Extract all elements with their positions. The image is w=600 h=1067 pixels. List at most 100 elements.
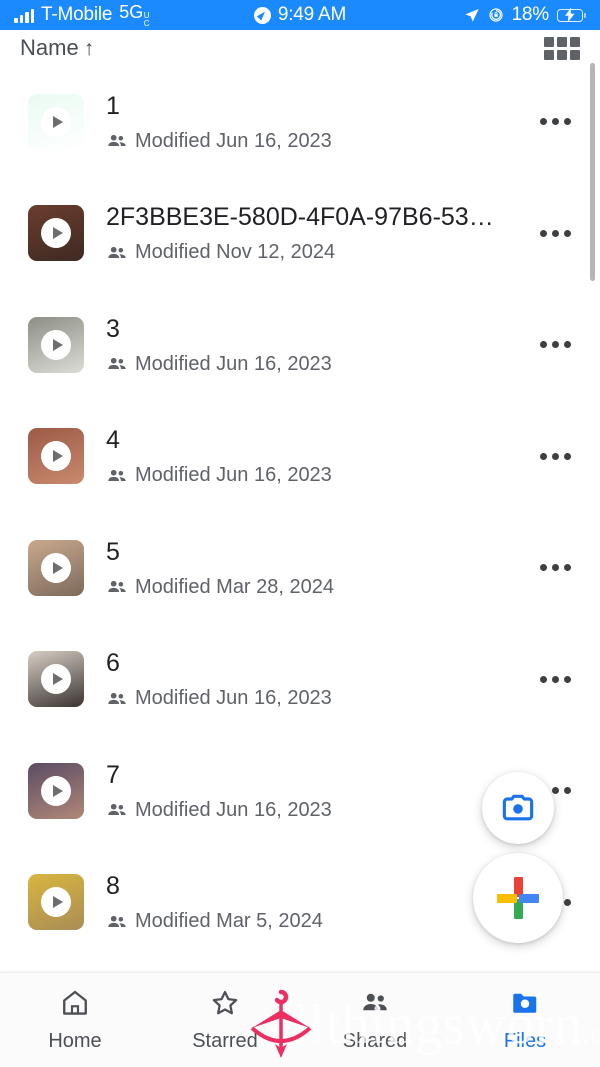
nav-item-files[interactable]: Files bbox=[450, 988, 600, 1053]
file-row[interactable]: 1 Modified Jun 16, 2023 bbox=[0, 66, 600, 178]
file-subtitle: Modified Jun 16, 2023 bbox=[106, 799, 512, 822]
file-overflow-menu-button[interactable] bbox=[524, 229, 586, 237]
file-thumbnail[interactable] bbox=[28, 205, 84, 262]
file-name: 5 bbox=[106, 537, 120, 566]
star-icon bbox=[210, 988, 240, 1023]
status-bar-left: T-Mobile 5G U C bbox=[14, 2, 150, 28]
file-subtitle: Modified Nov 12, 2024 bbox=[106, 241, 512, 264]
file-overflow-menu-button[interactable] bbox=[524, 675, 586, 683]
rotation-lock-icon bbox=[488, 8, 503, 22]
file-name: 8 bbox=[106, 872, 120, 901]
home-icon bbox=[60, 988, 90, 1023]
nav-item-label: Shared bbox=[342, 1030, 408, 1052]
watermark-logo-icon bbox=[250, 989, 312, 1058]
file-modified-date: Modified Mar 5, 2024 bbox=[135, 910, 323, 933]
clock-label: 9:49 AM bbox=[277, 4, 347, 25]
folder-icon bbox=[510, 988, 540, 1023]
file-row[interactable]: 4 Modified Jun 16, 2023 bbox=[0, 401, 600, 513]
nav-item-home[interactable]: Home bbox=[0, 988, 150, 1053]
people-icon bbox=[108, 469, 126, 481]
sort-direction-arrow-icon: ↑ bbox=[83, 36, 95, 60]
carrier-label: T-Mobile bbox=[41, 4, 113, 25]
file-meta: 7 Modified Jun 16, 2023 bbox=[106, 760, 524, 822]
file-name: 2F3BBE3E-580D-4F0A-97B6-53… bbox=[106, 203, 494, 232]
file-modified-date: Modified Jun 16, 2023 bbox=[135, 352, 332, 375]
file-row[interactable]: 5 Modified Mar 28, 2024 bbox=[0, 512, 600, 624]
file-overflow-menu-button[interactable] bbox=[524, 452, 586, 460]
play-icon bbox=[41, 887, 71, 918]
people-icon bbox=[360, 988, 390, 1023]
file-modified-date: Modified Nov 12, 2024 bbox=[135, 241, 336, 264]
nav-item-label: Home bbox=[48, 1030, 102, 1052]
file-overflow-menu-button[interactable] bbox=[524, 564, 586, 572]
file-modified-date: Modified Jun 16, 2023 bbox=[135, 798, 332, 821]
play-icon bbox=[41, 106, 71, 137]
file-thumbnail[interactable] bbox=[28, 316, 84, 373]
nav-item-shared[interactable]: Shared bbox=[300, 988, 450, 1053]
play-icon bbox=[41, 218, 71, 249]
file-meta: 5 Modified Mar 28, 2024 bbox=[106, 537, 524, 599]
people-icon bbox=[108, 692, 126, 704]
file-meta: 1 Modified Jun 16, 2023 bbox=[106, 91, 524, 153]
file-subtitle: Modified Mar 28, 2024 bbox=[106, 576, 512, 599]
file-thumbnail[interactable] bbox=[28, 762, 84, 819]
network-type-label: 5G U C bbox=[119, 2, 150, 28]
file-name: 7 bbox=[106, 760, 120, 789]
file-modified-date: Modified Jun 16, 2023 bbox=[135, 464, 332, 487]
status-bar: T-Mobile 5G U C 9:49 AM 18% bbox=[0, 0, 600, 30]
file-name: 1 bbox=[106, 91, 120, 120]
file-row[interactable]: 6 Modified Jun 16, 2023 bbox=[0, 624, 600, 736]
navigation-compass-icon bbox=[253, 6, 271, 24]
play-icon bbox=[41, 664, 71, 695]
people-icon bbox=[108, 135, 126, 147]
file-meta: 6 Modified Jun 16, 2023 bbox=[106, 648, 524, 710]
nav-item-label: Files bbox=[503, 1030, 547, 1052]
file-name: 3 bbox=[106, 314, 120, 343]
play-icon bbox=[41, 552, 71, 583]
file-meta: 3 Modified Jun 16, 2023 bbox=[106, 314, 524, 376]
play-icon bbox=[41, 329, 71, 360]
play-icon bbox=[41, 775, 71, 806]
status-bar-right: 18% bbox=[464, 4, 586, 26]
people-icon bbox=[108, 915, 126, 927]
file-subtitle: Modified Jun 16, 2023 bbox=[106, 353, 512, 376]
file-name: 4 bbox=[106, 426, 120, 455]
file-thumbnail[interactable] bbox=[28, 651, 84, 708]
play-icon bbox=[41, 441, 71, 472]
file-thumbnail[interactable] bbox=[28, 428, 84, 485]
file-subtitle: Modified Jun 16, 2023 bbox=[106, 130, 512, 153]
camera-fab-button[interactable] bbox=[482, 772, 554, 844]
battery-percent-label: 18% bbox=[511, 4, 550, 25]
file-modified-date: Modified Jun 16, 2023 bbox=[135, 129, 332, 152]
add-new-fab-button[interactable] bbox=[473, 853, 563, 943]
grid-view-icon[interactable] bbox=[544, 36, 580, 60]
file-subtitle: Modified Jun 16, 2023 bbox=[106, 687, 512, 710]
file-name: 6 bbox=[106, 649, 120, 678]
signal-bars-icon bbox=[14, 8, 34, 23]
file-meta: 8 Modified Mar 5, 2024 bbox=[106, 871, 524, 933]
file-row[interactable]: 2F3BBE3E-580D-4F0A-97B6-53… Modified Nov … bbox=[0, 178, 600, 290]
file-meta: 4 Modified Jun 16, 2023 bbox=[106, 425, 524, 487]
people-icon bbox=[108, 358, 126, 370]
sort-label: Name bbox=[20, 35, 79, 60]
file-meta: 2F3BBE3E-580D-4F0A-97B6-53… Modified Nov … bbox=[106, 202, 524, 264]
file-modified-date: Modified Mar 28, 2024 bbox=[135, 575, 335, 598]
people-icon bbox=[108, 581, 126, 593]
battery-charging-icon bbox=[557, 7, 586, 23]
file-thumbnail[interactable] bbox=[28, 93, 84, 150]
people-icon bbox=[108, 246, 126, 258]
file-row[interactable]: 3 Modified Jun 16, 2023 bbox=[0, 289, 600, 401]
file-thumbnail[interactable] bbox=[28, 539, 84, 596]
sort-by-name-button[interactable]: Name ↑ bbox=[20, 35, 94, 61]
location-arrow-icon bbox=[464, 9, 479, 22]
file-subtitle: Modified Jun 16, 2023 bbox=[106, 464, 512, 487]
file-overflow-menu-button[interactable] bbox=[524, 341, 586, 349]
sort-header: Name ↑ bbox=[0, 30, 600, 66]
file-thumbnail[interactable] bbox=[28, 874, 84, 931]
camera-icon bbox=[502, 794, 534, 821]
add-new-icon bbox=[495, 875, 541, 921]
file-modified-date: Modified Jun 16, 2023 bbox=[135, 687, 332, 710]
people-icon bbox=[108, 804, 126, 816]
file-overflow-menu-button[interactable] bbox=[524, 118, 586, 126]
bolt-icon bbox=[565, 7, 575, 23]
